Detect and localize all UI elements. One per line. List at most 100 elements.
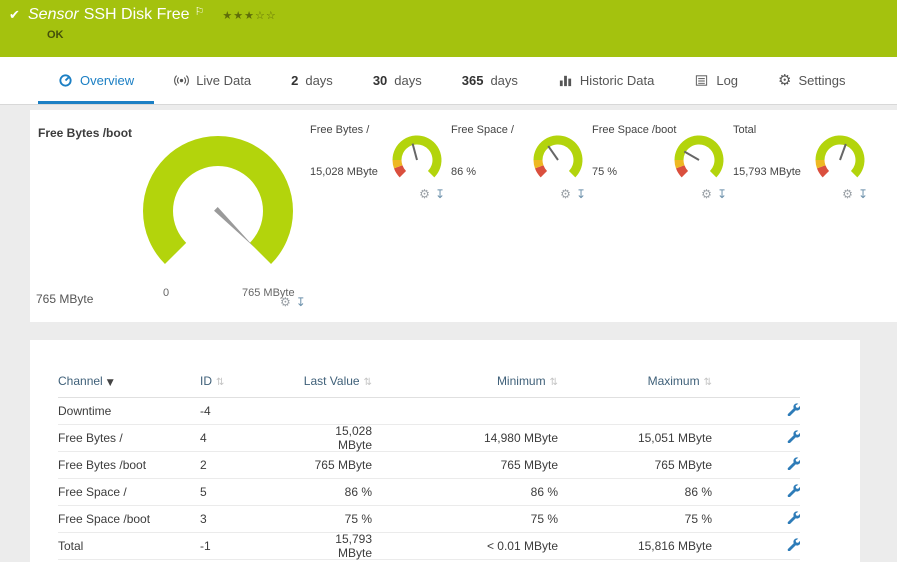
cell-id: 5: [200, 485, 207, 499]
small-gauge: Free Bytes / 15,028 MByte ⚙ ↧: [310, 122, 451, 217]
gauge-title: Free Space /: [451, 124, 514, 136]
gauge-download-icon[interactable]: ↧: [296, 296, 306, 308]
table-row: Free Space /boot 3 75 % 75 % 75 %: [58, 506, 800, 533]
small-gauge: Total 15,793 MByte ⚙ ↧: [733, 122, 874, 217]
column-header-id[interactable]: ID ⇅: [200, 374, 302, 388]
gauge-download-icon[interactable]: ↧: [858, 188, 868, 200]
cell-last-value: 15,028 MByte: [335, 424, 372, 452]
channel-settings-icon[interactable]: [787, 511, 800, 524]
table-row: Free Space / 5 86 % 86 % 86 %: [58, 479, 800, 506]
tab-label: Log: [716, 73, 739, 88]
gauge-needle: [839, 143, 847, 161]
cell-id: 3: [200, 512, 207, 526]
tab-number: 2: [291, 73, 299, 88]
cell-minimum: 14,980 MByte: [483, 431, 558, 445]
sensor-header: ✔ Sensor SSH Disk Free ⚐ ★★★☆☆ OK: [0, 0, 897, 57]
cell-minimum: 75 %: [530, 512, 558, 526]
gauge-needle: [683, 150, 700, 161]
cell-last-value: 15,793 MByte: [335, 532, 372, 560]
gauge-settings-icon[interactable]: ⚙: [842, 188, 853, 200]
cell-minimum: 86 %: [530, 485, 558, 499]
priority-stars[interactable]: ★★★☆☆: [222, 9, 276, 22]
cell-id: 2: [200, 458, 207, 472]
status-badge: OK: [47, 29, 64, 41]
cell-id: 4: [200, 431, 207, 445]
sort-icon: ⇅: [363, 376, 372, 388]
gauge-panel: Free Bytes /boot 765 MByte 0 765 MByte ⚙…: [30, 110, 897, 322]
sensor-type-label: Sensor: [28, 6, 79, 23]
tab-number: 30: [372, 73, 388, 88]
main-gauge-title: Free Bytes /boot: [38, 126, 133, 140]
gauge-download-icon[interactable]: ↧: [435, 188, 445, 200]
broadcast-icon: [174, 73, 190, 88]
tab-overview[interactable]: Overview: [38, 57, 154, 104]
page-title: SSH Disk Free: [83, 6, 190, 23]
tab-label: Historic Data: [579, 73, 655, 88]
channel-settings-icon[interactable]: [787, 457, 800, 470]
channel-settings-icon[interactable]: [787, 484, 800, 497]
tab-log[interactable]: Log: [674, 57, 758, 104]
table-row: Downtime -4: [58, 398, 800, 425]
gauge-settings-icon[interactable]: ⚙: [701, 188, 712, 200]
log-list-icon: [694, 73, 709, 88]
tab-historic-data[interactable]: Historic Data: [538, 57, 674, 104]
gauge-dial: [674, 135, 724, 178]
cell-maximum: 86 %: [684, 485, 712, 499]
tab-label: days: [394, 73, 422, 88]
tab-bar: Overview Live Data 2 days 30 days 365 da…: [0, 57, 897, 105]
channel-settings-icon[interactable]: [787, 430, 800, 443]
channel-settings-icon[interactable]: [787, 403, 800, 416]
gauge-settings-icon[interactable]: ⚙: [419, 188, 430, 200]
tab-label: days: [305, 73, 333, 88]
small-gauge: Free Space / 86 % ⚙ ↧: [451, 122, 592, 217]
channel-settings-icon[interactable]: [787, 538, 800, 551]
cell-maximum: 75 %: [684, 512, 712, 526]
flag-icon[interactable]: ⚐: [195, 5, 205, 18]
overview-gauge-icon: [58, 73, 73, 88]
cell-id: -4: [200, 404, 211, 418]
cell-id: -1: [200, 539, 211, 553]
tab-30-days[interactable]: 30 days: [353, 57, 442, 104]
sort-icon: ⇅: [703, 376, 712, 388]
cell-last-value: 86 %: [344, 485, 372, 499]
gauge-download-icon[interactable]: ↧: [717, 188, 727, 200]
cell-maximum: 15,816 MByte: [637, 539, 712, 553]
gauge-settings-icon[interactable]: ⚙: [560, 188, 571, 200]
channel-table-header: Channel ▼ ID ⇅ Last Value ⇅ Minimum ⇅ Maximu…: [58, 364, 800, 398]
channel-table: Channel ▼ ID ⇅ Last Value ⇅ Minimum ⇅ Maximu…: [30, 340, 860, 562]
cell-minimum: 765 MByte: [500, 458, 558, 472]
main-gauge-scale-min: 0: [163, 287, 170, 299]
tab-label: Overview: [80, 73, 135, 88]
table-row: Free Bytes /boot 2 765 MByte 765 MByte 7…: [58, 452, 800, 479]
sort-icon: ⇅: [216, 376, 225, 388]
gauge-download-icon[interactable]: ↧: [576, 188, 586, 200]
sort-icon: ⇅: [549, 376, 558, 388]
small-gauges: Free Bytes / 15,028 MByte ⚙ ↧ Free Space…: [310, 122, 874, 217]
cell-channel: Free Space /boot: [58, 512, 151, 526]
tab-365-days[interactable]: 365 days: [442, 57, 538, 104]
gauge-settings-icon[interactable]: ⚙: [280, 296, 291, 308]
gauge-value: 15,793 MByte: [733, 166, 801, 178]
gauge-value: 75 %: [592, 166, 618, 178]
tab-settings[interactable]: ⚙ Settings: [758, 57, 865, 104]
status-check-icon: ✔: [9, 8, 20, 23]
small-gauge: Free Space /boot 75 % ⚙ ↧: [592, 122, 733, 217]
column-header-last-value[interactable]: Last Value ⇅: [302, 374, 372, 388]
gauge-needle: [547, 145, 559, 161]
gauge-dial: [815, 135, 865, 178]
cell-maximum: 15,051 MByte: [637, 431, 712, 445]
main-gauge-needle: [214, 207, 255, 248]
cell-last-value: 765 MByte: [314, 458, 372, 472]
main-gauge-value: 765 MByte: [36, 292, 94, 306]
tab-2-days[interactable]: 2 days: [271, 57, 353, 104]
column-header-channel[interactable]: Channel ▼: [58, 374, 200, 388]
cell-channel: Total: [58, 539, 84, 553]
cell-last-value: 75 %: [344, 512, 372, 526]
column-header-minimum[interactable]: Minimum ⇅: [372, 374, 558, 388]
tab-live-data[interactable]: Live Data: [154, 57, 271, 104]
column-header-maximum[interactable]: Maximum ⇅: [558, 374, 712, 388]
tab-label: days: [490, 73, 518, 88]
bar-chart-icon: [558, 73, 573, 88]
cell-channel: Downtime: [58, 404, 112, 418]
tab-number: 365: [461, 73, 484, 88]
